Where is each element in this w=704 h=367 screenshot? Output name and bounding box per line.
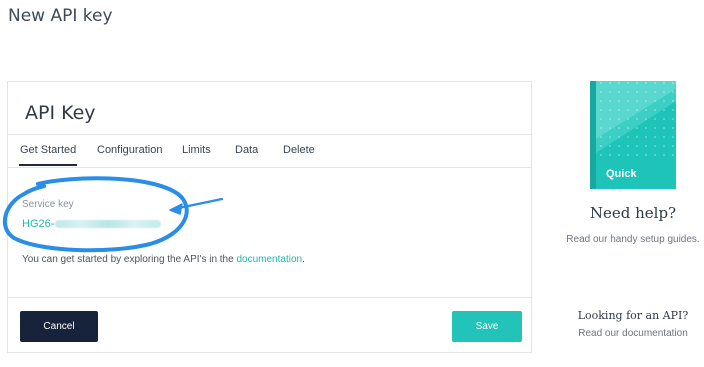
save-button[interactable]: Save bbox=[452, 311, 522, 342]
quick-start-guide-image[interactable]: Quick bbox=[590, 81, 676, 189]
api-key-card: API Key Get Started Configuration Limits… bbox=[7, 81, 532, 353]
guide-book-illustration: Quick bbox=[590, 81, 676, 189]
guide-book-title: Quick bbox=[606, 168, 637, 180]
card-title: API Key bbox=[25, 102, 96, 124]
service-key-prefix: HG26- bbox=[22, 218, 55, 230]
looking-for-api-title: Looking for an API? bbox=[577, 309, 689, 322]
help-text: You can get started by exploring the API… bbox=[22, 254, 305, 265]
need-help-title: Need help? bbox=[589, 204, 677, 222]
read-documentation-link[interactable]: Read our documentation bbox=[563, 328, 703, 339]
cancel-button[interactable]: Cancel bbox=[20, 311, 98, 342]
tab-configuration[interactable]: Configuration bbox=[97, 135, 162, 166]
page-title: New API key bbox=[8, 6, 113, 26]
tab-limits[interactable]: Limits bbox=[182, 135, 211, 166]
tab-data[interactable]: Data bbox=[235, 135, 258, 166]
service-key-label: Service key bbox=[22, 199, 74, 210]
documentation-link[interactable]: documentation bbox=[236, 254, 302, 265]
tab-bar: Get Started Configuration Limits Data De… bbox=[8, 134, 531, 168]
help-text-prefix: You can get started by exploring the API… bbox=[22, 254, 237, 265]
redacted-key bbox=[55, 220, 162, 229]
setup-guides-link[interactable]: Read our handy setup guides. bbox=[563, 234, 703, 245]
footer-divider bbox=[8, 297, 531, 298]
service-key-value[interactable]: HG26- bbox=[22, 218, 162, 230]
tab-delete[interactable]: Delete bbox=[283, 135, 315, 166]
help-text-suffix: . bbox=[302, 254, 305, 265]
tab-get-started[interactable]: Get Started bbox=[19, 135, 78, 166]
page: New API key API Key Get Started Configur… bbox=[0, 0, 704, 367]
